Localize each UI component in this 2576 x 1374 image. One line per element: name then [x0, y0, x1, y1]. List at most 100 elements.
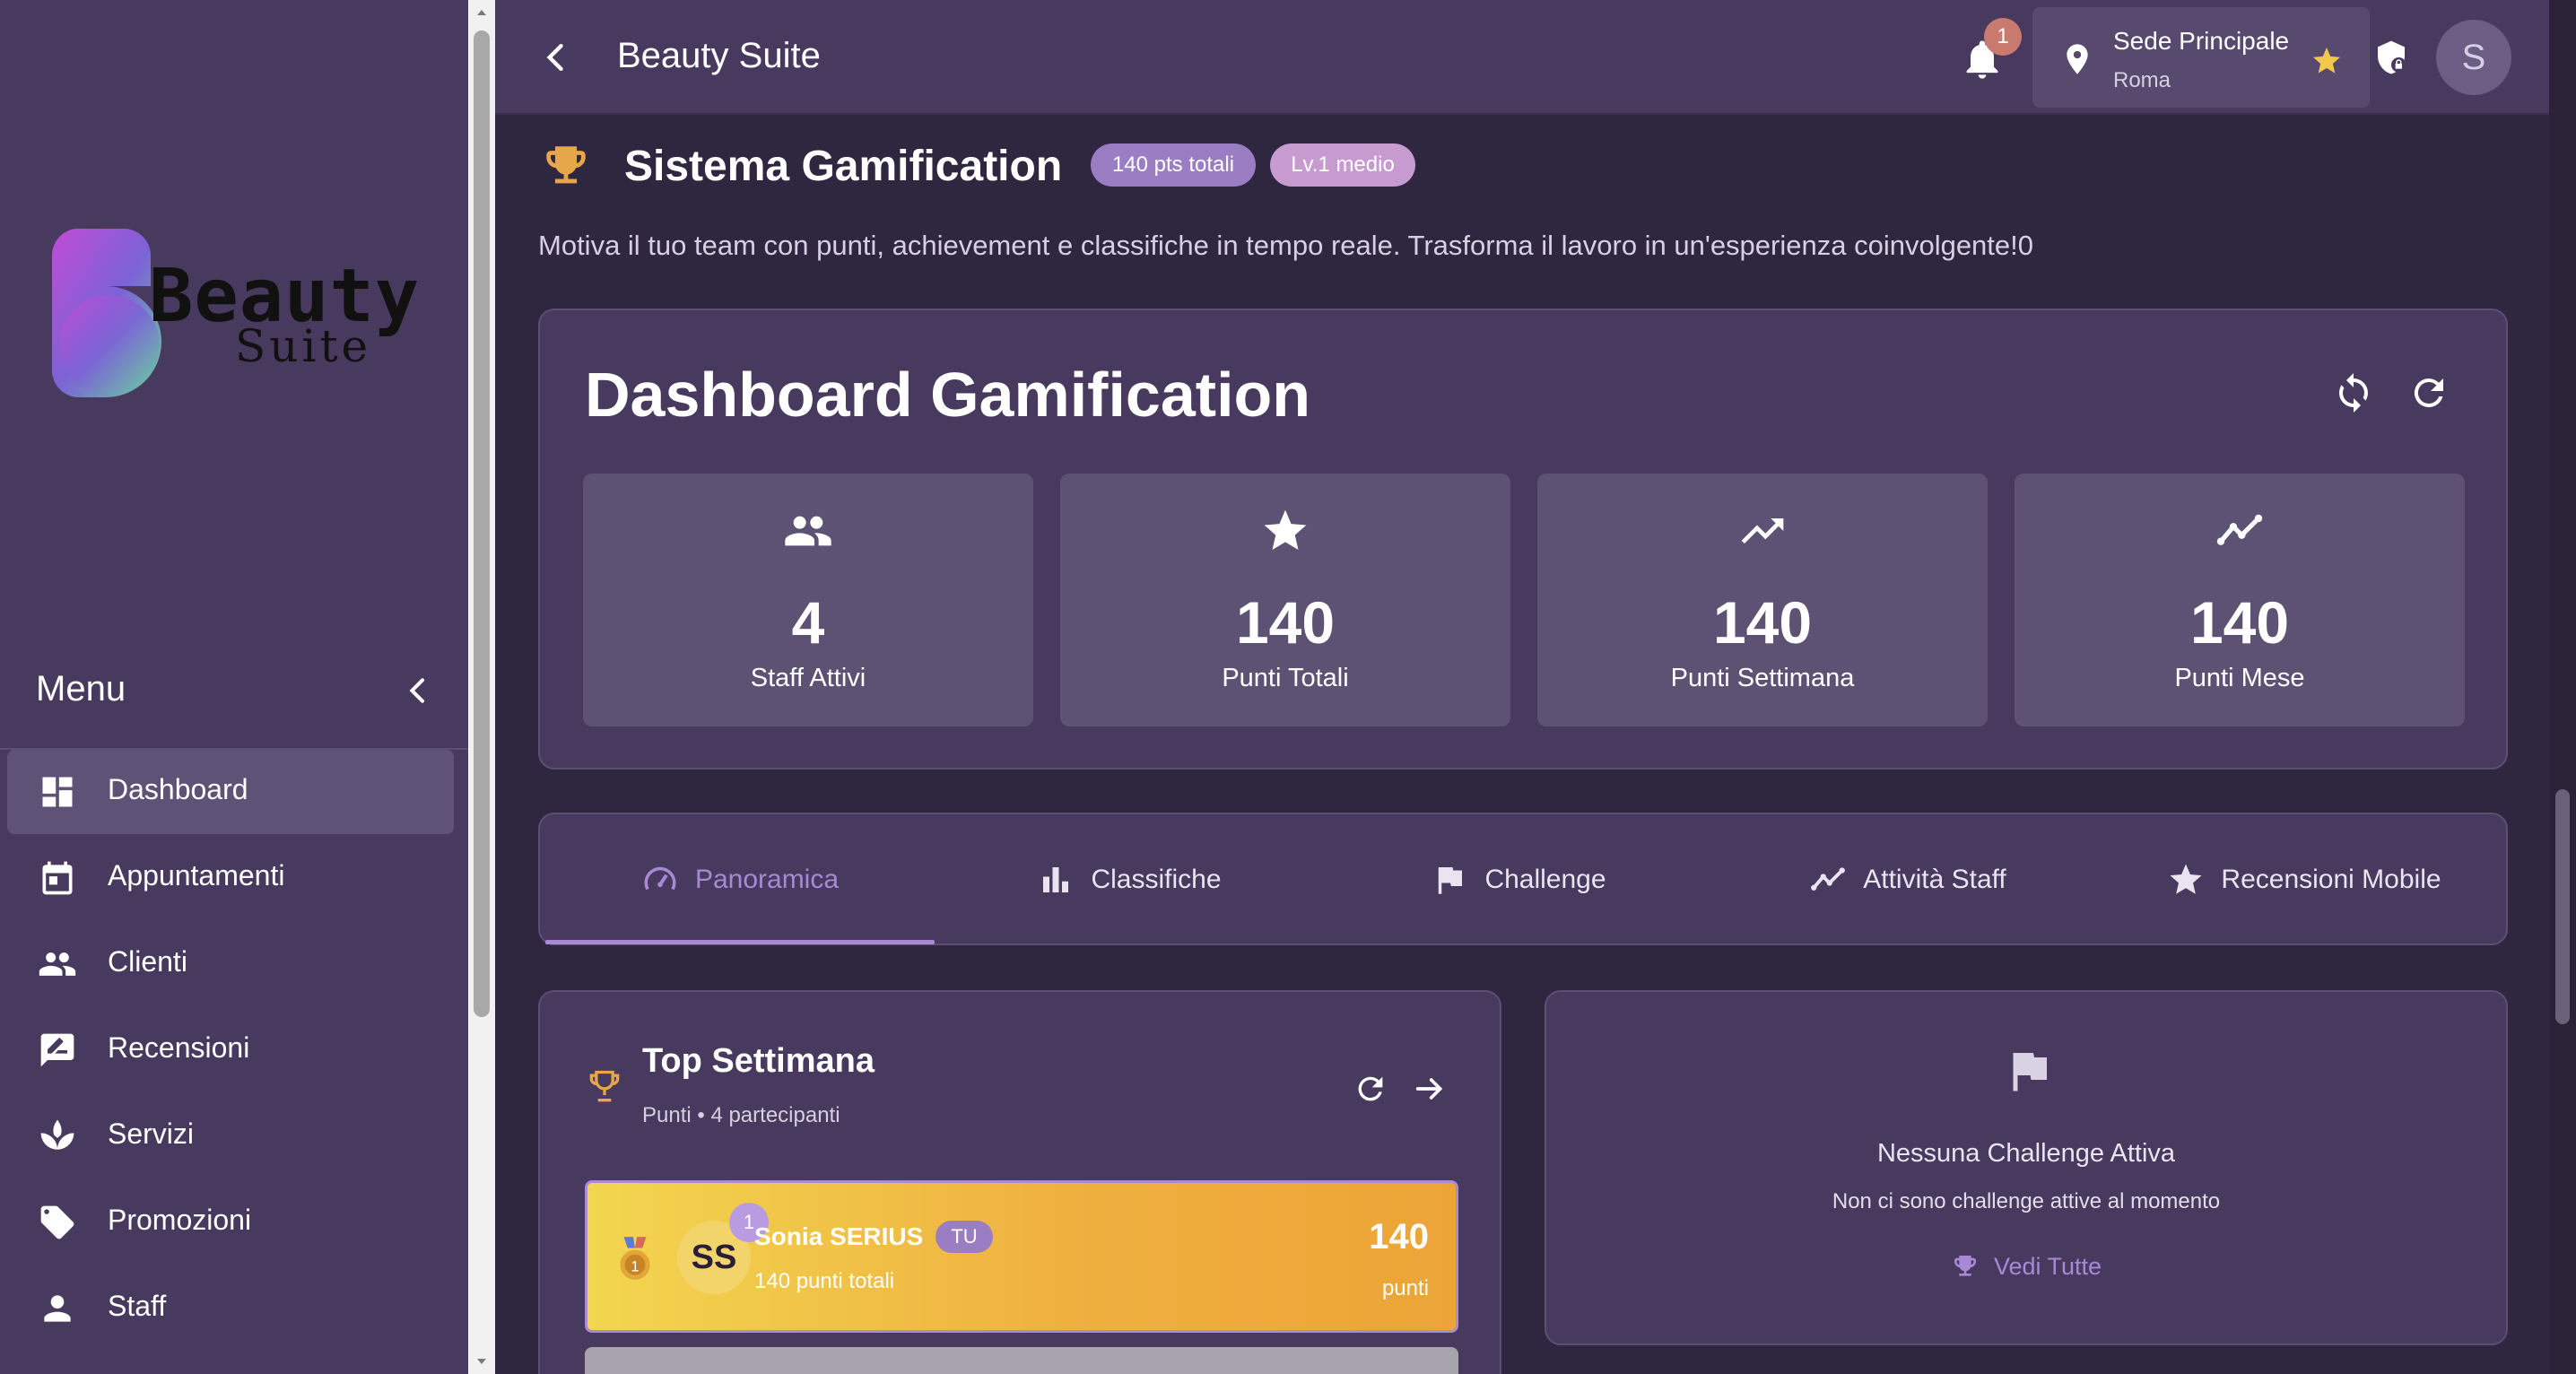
tab-label: Attività Staff: [1863, 865, 2006, 894]
stat-label: Punti Totali: [1222, 664, 1349, 692]
stat-label: Punti Settimana: [1670, 664, 1855, 692]
sync-icon: [2339, 373, 2368, 413]
view-all-label: Vedi Tutte: [1993, 1252, 2102, 1280]
no-challenge-title: Nessuna Challenge Attiva: [1876, 1139, 2176, 1168]
sidebar-item-appuntamenti[interactable]: Appuntamenti: [7, 836, 454, 920]
sidebar-item-label: Dashboard: [108, 773, 248, 805]
app-logo: Beauty Suite: [43, 220, 420, 417]
tab-recensioni-mobile[interactable]: Recensioni Mobile: [2102, 814, 2506, 945]
chevron-left-icon: [409, 678, 424, 703]
sidebar-item-label: Clienti: [108, 945, 187, 978]
collapse-menu-button[interactable]: [400, 673, 436, 709]
flag-icon: [2002, 1042, 2056, 1100]
open-leaderboard-button[interactable]: [1412, 1071, 1448, 1107]
stat-value: 140: [1712, 589, 1813, 656]
location-selector[interactable]: Sede Principale Roma: [2032, 7, 2370, 108]
leaderboard-row[interactable]: 1 SS 1 Sonia SERIUS TU 140 punti totali …: [585, 1180, 1458, 1333]
view-all-challenges-link[interactable]: Vedi Tutte: [1546, 1252, 2506, 1281]
stat-card-staff: 4 Staff Attivi: [583, 474, 1033, 726]
dashboard-card: Dashboard Gamification 4 Staff Attivi 14…: [538, 309, 2508, 770]
top-week-card: Top Settimana Punti • 4 partecipanti 1 S…: [538, 990, 1501, 1374]
location-name: Sede Principale: [2113, 27, 2290, 55]
leaderboard-row[interactable]: [585, 1347, 1458, 1374]
scroll-down-icon[interactable]: [474, 1354, 489, 1369]
user-avatar[interactable]: S: [2436, 20, 2511, 95]
sidebar-item-dashboard[interactable]: Dashboard: [7, 750, 454, 834]
scrollbar-thumb[interactable]: [2555, 789, 2570, 1024]
stat-value: 140: [1235, 589, 1336, 656]
star-icon: [1260, 506, 1310, 556]
trending-up-icon: [1737, 506, 1788, 556]
sidebar-item-servizi[interactable]: Servizi: [7, 1094, 454, 1178]
sidebar-item-label: Staff: [108, 1290, 167, 1322]
tab-attivita-staff[interactable]: Attività Staff: [1713, 814, 2102, 945]
location-city: Roma: [2113, 68, 2171, 92]
star-icon: [2170, 864, 2202, 894]
tab-label: Challenge: [1484, 865, 1606, 894]
calendar-icon: [38, 858, 77, 898]
refresh-icon: [2414, 378, 2443, 408]
tab-classifiche[interactable]: Classifiche: [935, 814, 1324, 945]
no-challenge-subtitle: Non ci sono challenge attive al momento: [1832, 1189, 2221, 1213]
sync-button[interactable]: [2332, 371, 2375, 414]
current-user-badge: TU: [936, 1221, 993, 1253]
menu-title: Menu: [36, 669, 126, 709]
tab-challenge[interactable]: Challenge: [1324, 814, 1713, 945]
tab-panoramica[interactable]: Panoramica: [545, 814, 935, 945]
notification-badge: 1: [1984, 18, 2022, 56]
show-chart-icon: [2215, 506, 2265, 556]
top-week-subtitle: Punti • 4 partecipanti: [642, 1103, 840, 1127]
gamification-title: Sistema Gamification: [624, 143, 1063, 190]
location-pin-icon: [2059, 41, 2095, 77]
scroll-up-icon[interactable]: [474, 5, 489, 20]
sidebar: Beauty Suite Menu Dashboard Appuntamenti…: [0, 0, 468, 1374]
points-label: punti: [1381, 1276, 1429, 1300]
spa-icon: [38, 1117, 77, 1156]
stat-label: Staff Attivi: [750, 664, 866, 692]
tabs-bar: Panoramica Classifiche Challenge Attivit…: [538, 813, 2508, 945]
trophy-icon: [585, 1067, 624, 1107]
timeline-icon: [1811, 867, 1846, 891]
favorite-star-icon: [2311, 45, 2343, 77]
shield-lock-icon: [2378, 40, 2406, 74]
tab-label: Classifiche: [1091, 865, 1222, 894]
refresh-icon: [1358, 1076, 1383, 1101]
challenges-card: Nessuna Challenge Attiva Non ci sono cha…: [1545, 990, 2508, 1345]
refresh-button[interactable]: [2407, 371, 2450, 414]
main-scrollbar[interactable]: [2549, 0, 2576, 1374]
admin-shield-button[interactable]: [2373, 39, 2409, 75]
sidebar-item-promozioni[interactable]: Promozioni: [7, 1180, 454, 1265]
stat-card-total-points: 140 Punti Totali: [1060, 474, 1510, 726]
dashboard-icon: [38, 772, 77, 812]
menu-header: Menu: [0, 657, 468, 750]
sidebar-item-staff[interactable]: Staff: [7, 1266, 454, 1351]
sidebar-item-label: Appuntamenti: [108, 859, 285, 891]
top-bar: Beauty Suite 1 Sede Principale Roma S: [495, 0, 2549, 115]
sidebar-item-label: Recensioni: [108, 1031, 250, 1064]
flag-icon: [1439, 867, 1463, 894]
tab-label: Recensioni Mobile: [2221, 865, 2441, 894]
top-week-title: Top Settimana: [642, 1042, 875, 1080]
sidebar-item-label: Servizi: [108, 1117, 195, 1150]
back-button[interactable]: [536, 38, 576, 77]
sidebar-scrollbar[interactable]: [468, 0, 495, 1374]
scrollbar-thumb[interactable]: [474, 30, 490, 1017]
sidebar-item-recensioni[interactable]: Recensioni: [7, 1008, 454, 1092]
arrow-right-icon: [1415, 1078, 1443, 1100]
rate-review-icon: [38, 1030, 77, 1070]
stat-card-week-points: 140 Punti Settimana: [1537, 474, 1988, 726]
level-pill: Lv.1 medio: [1270, 143, 1415, 187]
speed-icon: [644, 866, 676, 891]
app-title: Beauty Suite: [617, 36, 821, 75]
gamification-description: Motiva il tuo team con punti, achievemen…: [538, 230, 2034, 261]
group-icon: [783, 506, 833, 556]
svg-text:1: 1: [631, 1258, 639, 1275]
stat-value: 4: [791, 589, 825, 656]
sidebar-item-clienti[interactable]: Clienti: [7, 922, 454, 1006]
tag-icon: [38, 1203, 77, 1242]
refresh-leaderboard-button[interactable]: [1353, 1071, 1388, 1107]
tab-label: Panoramica: [694, 865, 840, 894]
stat-label: Punti Mese: [2174, 664, 2305, 692]
active-tab-indicator: [545, 940, 935, 944]
trophy-icon: [540, 140, 592, 192]
